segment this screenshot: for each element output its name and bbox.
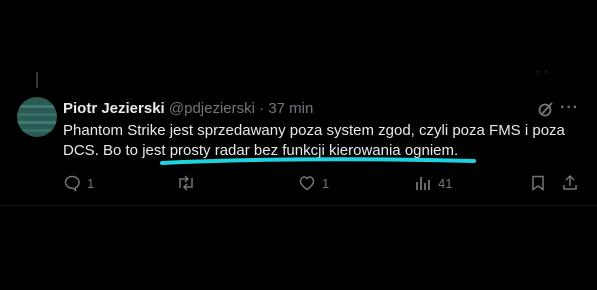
action-bar: 1 1 41 — [63, 174, 583, 194]
author-handle[interactable]: @pdjezierski — [169, 100, 255, 117]
like-button[interactable]: 1 — [298, 174, 329, 192]
tweet-text-line-1: Phantom Strike jest sprzedawany poza sys… — [63, 122, 565, 139]
views-icon — [416, 177, 430, 190]
grok-icon[interactable] — [537, 100, 555, 118]
highlight-underline — [160, 157, 476, 165]
avatar[interactable] — [17, 97, 57, 137]
more-icon[interactable]: ··· — [560, 99, 579, 117]
reply-icon — [64, 175, 80, 192]
thread-line — [36, 72, 38, 88]
tweet-time[interactable]: 37 min — [268, 100, 313, 117]
author-name[interactable]: Piotr Jezierski — [63, 100, 165, 117]
bookmark-icon[interactable] — [529, 174, 547, 192]
retweet-button[interactable] — [176, 174, 202, 192]
views-count: 41 — [438, 175, 453, 191]
reply-button[interactable]: 1 — [63, 174, 94, 192]
like-count: 1 — [322, 175, 330, 191]
heart-icon — [299, 176, 315, 191]
reply-count: 1 — [87, 175, 95, 191]
retweet-icon — [179, 175, 193, 191]
tweet-header: Piotr Jezierski @pdjezierski · 37 min — [63, 100, 313, 118]
share-icon[interactable] — [561, 174, 579, 192]
views-button[interactable]: 41 — [414, 174, 452, 192]
tweet-bottom-border — [0, 205, 597, 206]
parent-more-icon[interactable]: · · — [536, 66, 549, 78]
header-separator: · — [259, 100, 265, 117]
